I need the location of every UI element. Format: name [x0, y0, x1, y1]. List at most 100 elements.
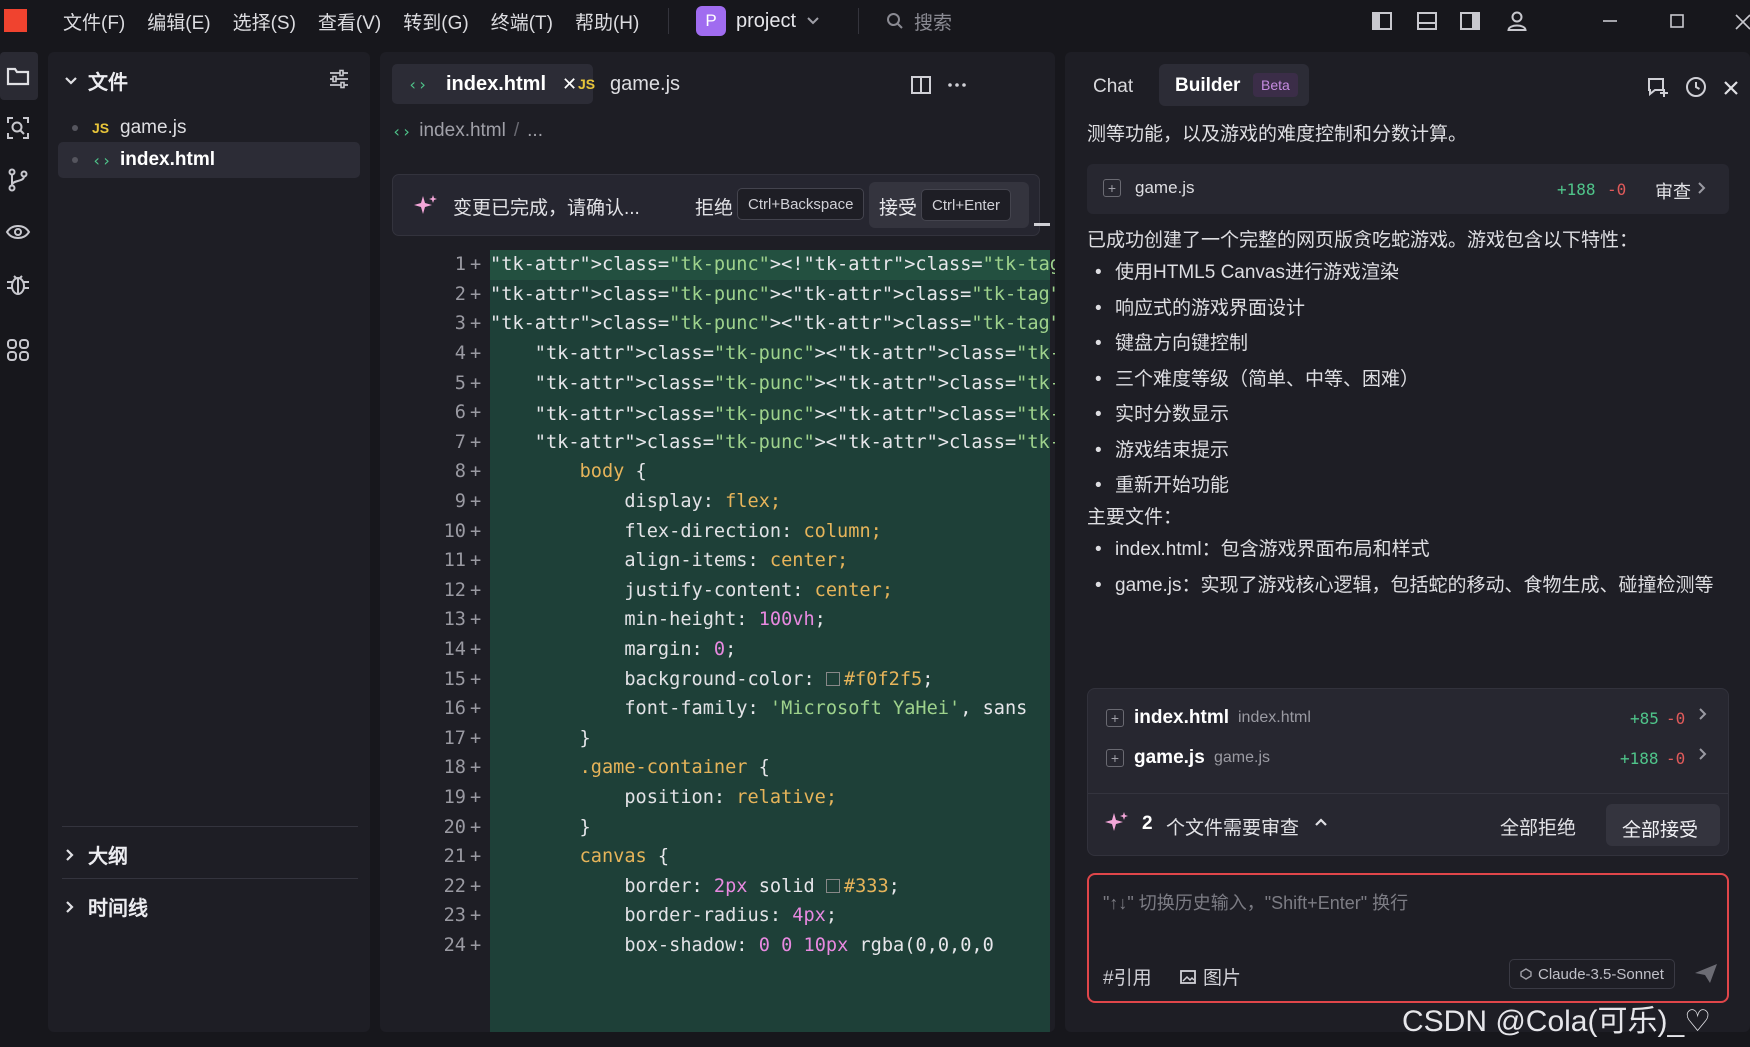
lines-added: +188	[1620, 749, 1659, 768]
code-line[interactable]: 23 + border-radius: 4px;	[380, 901, 1055, 931]
pending-text[interactable]: 个文件需要审查	[1166, 813, 1299, 840]
tab-chat[interactable]: Chat	[1093, 76, 1133, 98]
chevron-up-icon[interactable]	[1314, 816, 1328, 828]
toggle-bottom-panel-icon[interactable]	[1415, 9, 1439, 33]
new-chat-icon[interactable]	[1645, 74, 1671, 100]
diff-added-marker: +	[470, 579, 482, 601]
code-line[interactable]: 21 + canvas {	[380, 842, 1055, 872]
code-line[interactable]: 5 + "tk-attr">class="tk-punc"><"tk-attr">…	[380, 368, 1055, 398]
message-text: 测等功能，以及游戏的难度控制和分数计算。	[1087, 124, 1468, 145]
code-line[interactable]: 14 + margin: 0;	[380, 635, 1055, 665]
file-change-card[interactable]: + game.js +188 -0 审查	[1087, 164, 1729, 214]
chat-input-box[interactable]: "↑↓" 切换历史输入，"Shift+Enter" 换行 #引用 图片 Clau…	[1087, 873, 1729, 1003]
more-actions-icon[interactable]	[946, 74, 968, 96]
tab-builder[interactable]: Builder Beta	[1159, 64, 1309, 106]
send-icon[interactable]	[1693, 961, 1719, 985]
explorer-header[interactable]: 文件	[64, 66, 128, 95]
code-line[interactable]: 3 + "tk-attr">class="tk-punc"><"tk-attr">c…	[380, 309, 1055, 339]
section-outline[interactable]: 大纲	[64, 840, 128, 869]
accept-all-label: 全部接受	[1622, 820, 1699, 841]
scroll-indicator[interactable]	[1034, 223, 1050, 226]
code-area[interactable]: 1 + "tk-attr">class="tk-punc"><!"tk-attr">…	[380, 250, 1055, 1032]
history-icon[interactable]	[1683, 74, 1709, 100]
toggle-right-panel-icon[interactable]	[1458, 9, 1482, 33]
file-item-index-html[interactable]: ‹› index.html	[58, 142, 360, 178]
minimize-icon[interactable]	[1598, 9, 1622, 33]
expand-icon: +	[1106, 709, 1124, 727]
menu-edit[interactable]: 编辑(E)	[136, 8, 221, 35]
debug-icon[interactable]	[4, 270, 32, 298]
code-line[interactable]: 7 + "tk-attr">class="tk-punc"><"tk-attr">…	[380, 428, 1055, 458]
close-icon[interactable]	[1721, 74, 1747, 100]
list-item: 键盘方向键控制	[1087, 331, 1727, 357]
line-number: 21	[443, 846, 466, 868]
model-selector[interactable]: Claude-3.5-Sonnet	[1509, 959, 1675, 989]
code-line[interactable]: 9 + display: flex;	[380, 487, 1055, 517]
code-line[interactable]: 17 + }	[380, 724, 1055, 754]
close-window-icon[interactable]	[1730, 9, 1750, 33]
menu-select[interactable]: 选择(S)	[222, 8, 307, 35]
reference-button[interactable]: #引用	[1103, 963, 1152, 990]
image-button[interactable]: 图片	[1179, 963, 1241, 990]
code-line[interactable]: 4 + "tk-attr">class="tk-punc"><"tk-attr">…	[380, 339, 1055, 369]
maximize-icon[interactable]	[1665, 9, 1689, 33]
line-number: 7	[454, 431, 466, 453]
code-line[interactable]: 11 + align-items: center;	[380, 546, 1055, 576]
split-editor-icon[interactable]	[910, 74, 932, 96]
review-file-row[interactable]: + index.html index.html +85 -0	[1088, 697, 1728, 739]
project-switcher[interactable]: P project	[696, 5, 820, 37]
reject-all-button[interactable]: 全部拒绝	[1500, 813, 1576, 840]
breadcrumb-item[interactable]: ...	[527, 120, 543, 142]
code-line[interactable]: 6 + "tk-attr">class="tk-punc"><"tk-attr">…	[380, 398, 1055, 428]
project-badge: P	[696, 6, 726, 36]
list-item: index.html：包含游戏界面布局和样式	[1087, 537, 1727, 563]
source-control-icon[interactable]	[4, 166, 32, 194]
section-timeline[interactable]: 时间线	[64, 892, 148, 921]
menu-file[interactable]: 文件(F)	[52, 8, 136, 35]
line-number: 22	[443, 875, 466, 897]
code-line[interactable]: 10 + flex-direction: column;	[380, 516, 1055, 546]
settings-sliders-icon[interactable]	[328, 68, 350, 90]
menu-view[interactable]: 查看(V)	[307, 8, 392, 35]
review-file-row[interactable]: + game.js game.js +188 -0	[1088, 737, 1728, 779]
code-line[interactable]: 13 + min-height: 100vh;	[380, 605, 1055, 635]
code-line[interactable]: 15 + background-color: #f0f2f5;	[380, 664, 1055, 694]
accept-button[interactable]: 接受 Ctrl+Enter	[869, 182, 1029, 228]
code-line[interactable]: 12 + justify-content: center;	[380, 576, 1055, 606]
search-scope-icon[interactable]	[4, 114, 32, 142]
toggle-left-panel-icon[interactable]	[1370, 9, 1394, 33]
reject-button[interactable]: 拒绝	[695, 193, 733, 220]
line-number: 1	[454, 254, 466, 276]
code-line[interactable]: 20 + }	[380, 812, 1055, 842]
menu-goto[interactable]: 转到(G)	[392, 8, 479, 35]
account-icon[interactable]	[1505, 9, 1529, 33]
tab-game-js[interactable]: JS game.js	[562, 64, 696, 104]
code-line[interactable]: 8 + body {	[380, 457, 1055, 487]
section-label: 时间线	[88, 898, 148, 920]
chevron-down-icon	[806, 14, 820, 28]
breadcrumb-item[interactable]: index.html	[419, 120, 506, 142]
preview-icon[interactable]	[4, 218, 32, 246]
project-name: project	[736, 9, 797, 32]
editor-panel: ‹› index.html ✕ JS game.js ‹› index.html…	[380, 52, 1055, 1032]
diff-added-marker: +	[470, 431, 482, 453]
code-line[interactable]: 22 + border: 2px solid #333;	[380, 872, 1055, 902]
folder-icon[interactable]	[4, 62, 32, 90]
file-item-game-js[interactable]: JS game.js	[58, 110, 360, 146]
code-line[interactable]: 1 + "tk-attr">class="tk-punc"><!"tk-attr">…	[380, 250, 1055, 280]
code-text: border-radius: 4px;	[624, 905, 838, 927]
file-path: game.js	[1214, 749, 1271, 766]
code-line[interactable]: 24 + box-shadow: 0 0 10px rgba(0,0,0,0	[380, 931, 1055, 961]
line-number: 19	[443, 787, 466, 809]
code-line[interactable]: 16 + font-family: 'Microsoft YaHei', sans	[380, 694, 1055, 724]
code-line[interactable]: 19 + position: relative;	[380, 783, 1055, 813]
review-button[interactable]: 审查	[1655, 178, 1691, 204]
accept-shortcut: Ctrl+Enter	[921, 189, 1011, 221]
code-line[interactable]: 2 + "tk-attr">class="tk-punc"><"tk-attr">c…	[380, 280, 1055, 310]
accept-all-button[interactable]: 全部接受	[1606, 804, 1720, 846]
code-line[interactable]: 18 + .game-container {	[380, 753, 1055, 783]
menu-help[interactable]: 帮助(H)	[564, 8, 650, 35]
extensions-icon[interactable]	[4, 336, 32, 364]
search-box[interactable]: 搜索	[886, 6, 952, 36]
menu-terminal[interactable]: 终端(T)	[480, 8, 564, 35]
